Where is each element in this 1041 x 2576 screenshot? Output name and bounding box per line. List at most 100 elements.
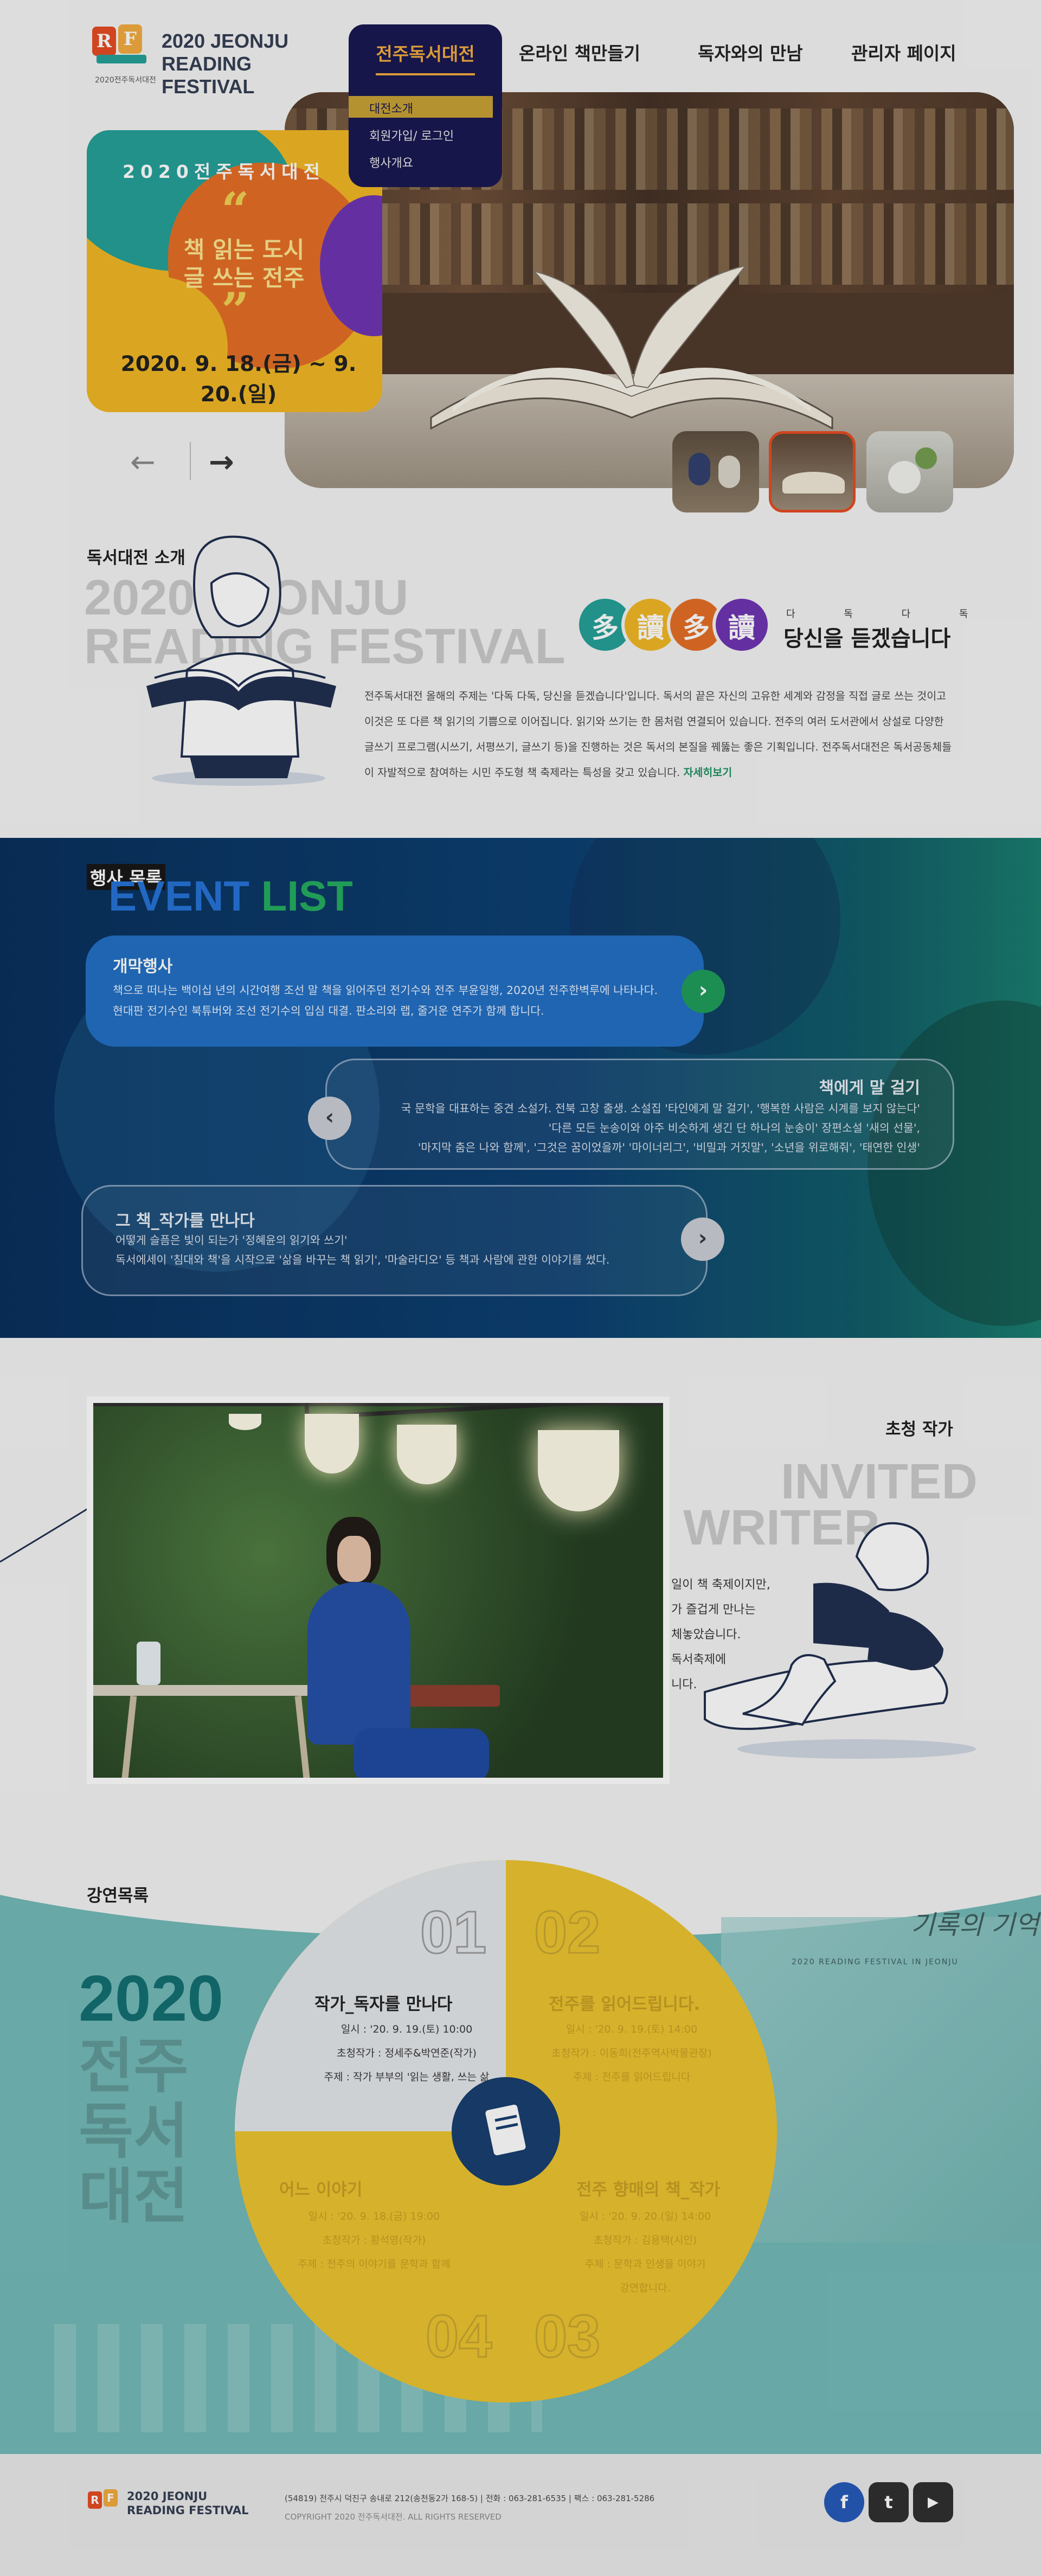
slider-divider: [190, 442, 191, 480]
event-card-text3: '마지막 춤은 나와 함께', '그것은 꿈이었을까' '마이너리그', '비밀…: [417, 1141, 920, 1154]
writer-photo-image: [93, 1403, 663, 1778]
lectures-year: 2020: [79, 1962, 223, 2035]
event-card-text2: 독서에세이 '침대와 책'을 시작으로 '삶을 바꾸는 책 읽기', '마술라디…: [115, 1253, 610, 1266]
lecture-details: 일시 : '20. 9. 19.(토) 14:00 초청작가 : 이동희(전주역…: [545, 2017, 718, 2089]
dropdown-item-intro[interactable]: 대전소개: [369, 99, 413, 117]
prev-slide-button[interactable]: ←: [130, 445, 156, 480]
dropdown-item-login[interactable]: 회원가입/ 로그인: [369, 126, 454, 144]
writer-photo: [87, 1396, 670, 1784]
lecture-details-active: 일시 : '20. 9. 19.(토) 10:00 초청작가 : 정세주&박연준…: [304, 2017, 510, 2089]
logo-line2: READING FESTIVAL: [162, 53, 255, 98]
hero-title-line1: 책 읽는 도시: [183, 236, 305, 263]
lecture-detail-line: 일시 : '20. 9. 19.(토) 10:00: [340, 2023, 473, 2035]
lecture-detail-line: 초청작가 : 이동희(전주역사박물관장): [551, 2047, 712, 2059]
lectures-watermark-sub: 2020 READING FESTIVAL IN JEONJU: [792, 1958, 959, 1966]
lecture-title[interactable]: 전주 향매의 책_작가: [576, 2176, 720, 2200]
event-card-title: 그 책_작가를 만나다: [115, 1212, 255, 1231]
lecture-detail-line: 주제 : 전주의 이야기를 문학과 함께: [298, 2258, 451, 2270]
lectures-label: 강연목록: [87, 1886, 149, 1906]
event-next-button-2[interactable]: ›: [681, 1217, 724, 1261]
event-title-word1: EVENT: [108, 872, 250, 920]
event-next-button-1[interactable]: ›: [682, 970, 725, 1013]
hero-card: 2020전주독서대전 “ 책 읽는 도시 글 쓰는 전주 ” 2020. 9. …: [87, 130, 382, 412]
event-section: 행사 목록 EVENT LIST 개막행사 책으로 떠나는 백이십 년의 시간여…: [0, 838, 1041, 1338]
thinking-woman-illustration: [704, 1522, 976, 1759]
site-logo[interactable]: R F 2020 JEONJU READING FESTIVAL 2020전주독…: [92, 24, 325, 98]
book-icon-svg: [485, 2104, 526, 2156]
dropdown-item-overview[interactable]: 행사개요: [369, 153, 413, 171]
event-card-talk[interactable]: 책에게 말 걸기 국 문학을 대표하는 중견 소설가. 전북 고창 출생. 소설…: [325, 1059, 954, 1170]
lectures-watermark: 기록의 기억: [911, 1910, 1039, 1940]
nav-item-reader-meeting[interactable]: 독자와의 만남: [698, 39, 803, 65]
lectures-kor-line3: 대전: [79, 2162, 189, 2231]
event-card-text1: 국 문학을 대표하는 중견 소설가. 전북 고창 출생. 소설집 '타인에게 말…: [401, 1102, 920, 1115]
nav-item-admin[interactable]: 관리자 페이지: [851, 39, 956, 65]
hero-date: 2020. 9. 18.(금) ~ 9. 20.(일): [120, 352, 357, 407]
nav-item-festival[interactable]: 전주독서대전: [349, 40, 502, 66]
event-card-title: 책에게 말 걸기: [819, 1079, 921, 1098]
open-quote-icon: “: [221, 182, 249, 239]
facebook-icon[interactable]: f: [824, 2482, 864, 2522]
thumbnail-1[interactable]: [672, 431, 759, 512]
event-title: EVENT LIST: [108, 872, 353, 921]
lectures-kor-line1: 전주: [79, 2032, 189, 2101]
thumbnail-2[interactable]: [769, 431, 856, 512]
lecture-detail-line: 일시 : '20. 9. 19.(토) 14:00: [566, 2023, 698, 2035]
lecture-detail-line: 초청작가 : 정세주&박연준(작가): [337, 2047, 477, 2059]
event-card-text2: '다른 모든 눈송이와 아주 비슷하게 생긴 단 하나의 눈송이' 장편소설 '…: [548, 1122, 920, 1135]
event-card-opening[interactable]: 개막행사 책으로 떠나는 백이십 년의 시간여행 조선 말 책을 읽어주던 전기…: [86, 935, 704, 1047]
book-icon: [452, 2077, 560, 2186]
footer-copyright: COPYRIGHT 2020 전주독서대전. ALL RIGHTS RESERV…: [285, 2512, 502, 2522]
lecture-title-active[interactable]: 작가_독자를 만나다: [314, 1990, 452, 2015]
footer-logo-line1: 2020 JEONJU: [127, 2490, 208, 2503]
next-slide-button[interactable]: →: [209, 445, 234, 480]
lecture-number: 04: [425, 2303, 492, 2371]
slogan-text: 당신을 듣겠습니다: [783, 626, 951, 651]
event-card-text1: 어떻게 슬픔은 빛이 되는가 '정혜윤의 읽기와 쓰기': [115, 1234, 348, 1247]
event-card-title: 개막행사: [113, 957, 173, 976]
event-card-text2: 현대판 전기수인 북튜버와 조선 전기수의 입심 대결. 판소리와 랩, 줄거운…: [113, 1004, 544, 1017]
read-more-link[interactable]: 자세히보기: [683, 766, 732, 779]
slogan-small: 다 독 다 독: [786, 608, 991, 620]
open-book-icon: [430, 265, 833, 430]
event-prev-button[interactable]: ‹: [308, 1097, 351, 1140]
footer-logo-line2: READING FESTIVAL: [127, 2504, 249, 2517]
logo-line1: 2020 JEONJU: [162, 30, 289, 52]
event-card-author[interactable]: 그 책_작가를 만나다 어떻게 슬픔은 빛이 되는가 '정혜윤의 읽기와 쓰기'…: [81, 1185, 708, 1296]
invited-label: 초청 작가: [885, 1420, 953, 1439]
footer-address: (54819) 전주시 덕진구 송내로 212(송천동2가 168-5) | 전…: [285, 2494, 655, 2503]
lecture-title[interactable]: 어느 이야기: [279, 2176, 362, 2200]
youtube-icon[interactable]: ▶: [913, 2482, 953, 2522]
badge-char-4: 讀: [712, 595, 771, 654]
hero-subtitle: 2020전주독서대전: [123, 161, 326, 182]
event-title-word2: LIST: [261, 872, 353, 920]
lectures-kor-line2: 독서: [79, 2097, 189, 2166]
logo-caption: 2020전주독서대전: [95, 76, 156, 85]
lecture-number: 02: [533, 1899, 601, 1967]
lecture-detail-line: 초청작가 : 김용택(시인): [593, 2234, 697, 2246]
lecture-detail-line: 주제 : 전주를 읽어드립니다: [573, 2071, 691, 2083]
lecture-title[interactable]: 전주를 읽어드립니다.: [549, 1990, 700, 2015]
lecture-detail-line: 주제 : 문학과 인생을 이야기: [584, 2258, 706, 2270]
footer-logo-text: 2020 JEONJU READING FESTIVAL: [127, 2489, 268, 2517]
footer-logo-icon: R F: [88, 2489, 120, 2522]
event-card-text1: 책으로 떠나는 백이십 년의 시간여행 조선 말 책을 읽어주던 전기수와 전주…: [113, 984, 658, 997]
lecture-number: 03: [533, 2303, 601, 2371]
footer-info: (54819) 전주시 덕진구 송내로 212(송천동2가 168-5) | 전…: [285, 2489, 654, 2526]
lecture-detail-line: 일시 : '20. 9. 20.(일) 14:00: [579, 2210, 711, 2222]
lecture-details: 일시 : '20. 9. 18.(금) 19:00 초청작가 : 황석영(작가)…: [277, 2205, 472, 2276]
lecture-detail-line: 주제 : 작가 부부의 '읽는 생활, 쓰는 삶: [324, 2071, 490, 2083]
reading-woman-illustration: [146, 535, 336, 786]
lecture-detail-line: 초청작가 : 황석영(작가): [322, 2234, 426, 2246]
nav-item-online-book[interactable]: 온라인 책만들기: [519, 39, 640, 65]
lecture-details: 일시 : '20. 9. 20.(일) 14:00 초청작가 : 김용택(시인)…: [558, 2205, 732, 2300]
thumbnail-3[interactable]: [866, 431, 953, 512]
lecture-number: 01: [419, 1899, 487, 1967]
nav-dropdown: 전주독서대전 대전소개 회원가입/ 로그인 행사개요: [349, 24, 502, 187]
lecture-detail-line: 일시 : '20. 9. 18.(금) 19:00: [308, 2210, 440, 2222]
close-quote-icon: ”: [221, 282, 249, 339]
twitter-icon[interactable]: t: [869, 2482, 909, 2522]
nav-active-underline: [376, 73, 475, 75]
about-body-text: 전주독서대전 올해의 주제는 '다독 다독, 당신을 듣겠습니다'입니다. 독서…: [364, 690, 952, 779]
about-body: 전주독서대전 올해의 주제는 '다독 다독, 당신을 듣겠습니다'입니다. 독서…: [364, 683, 955, 785]
